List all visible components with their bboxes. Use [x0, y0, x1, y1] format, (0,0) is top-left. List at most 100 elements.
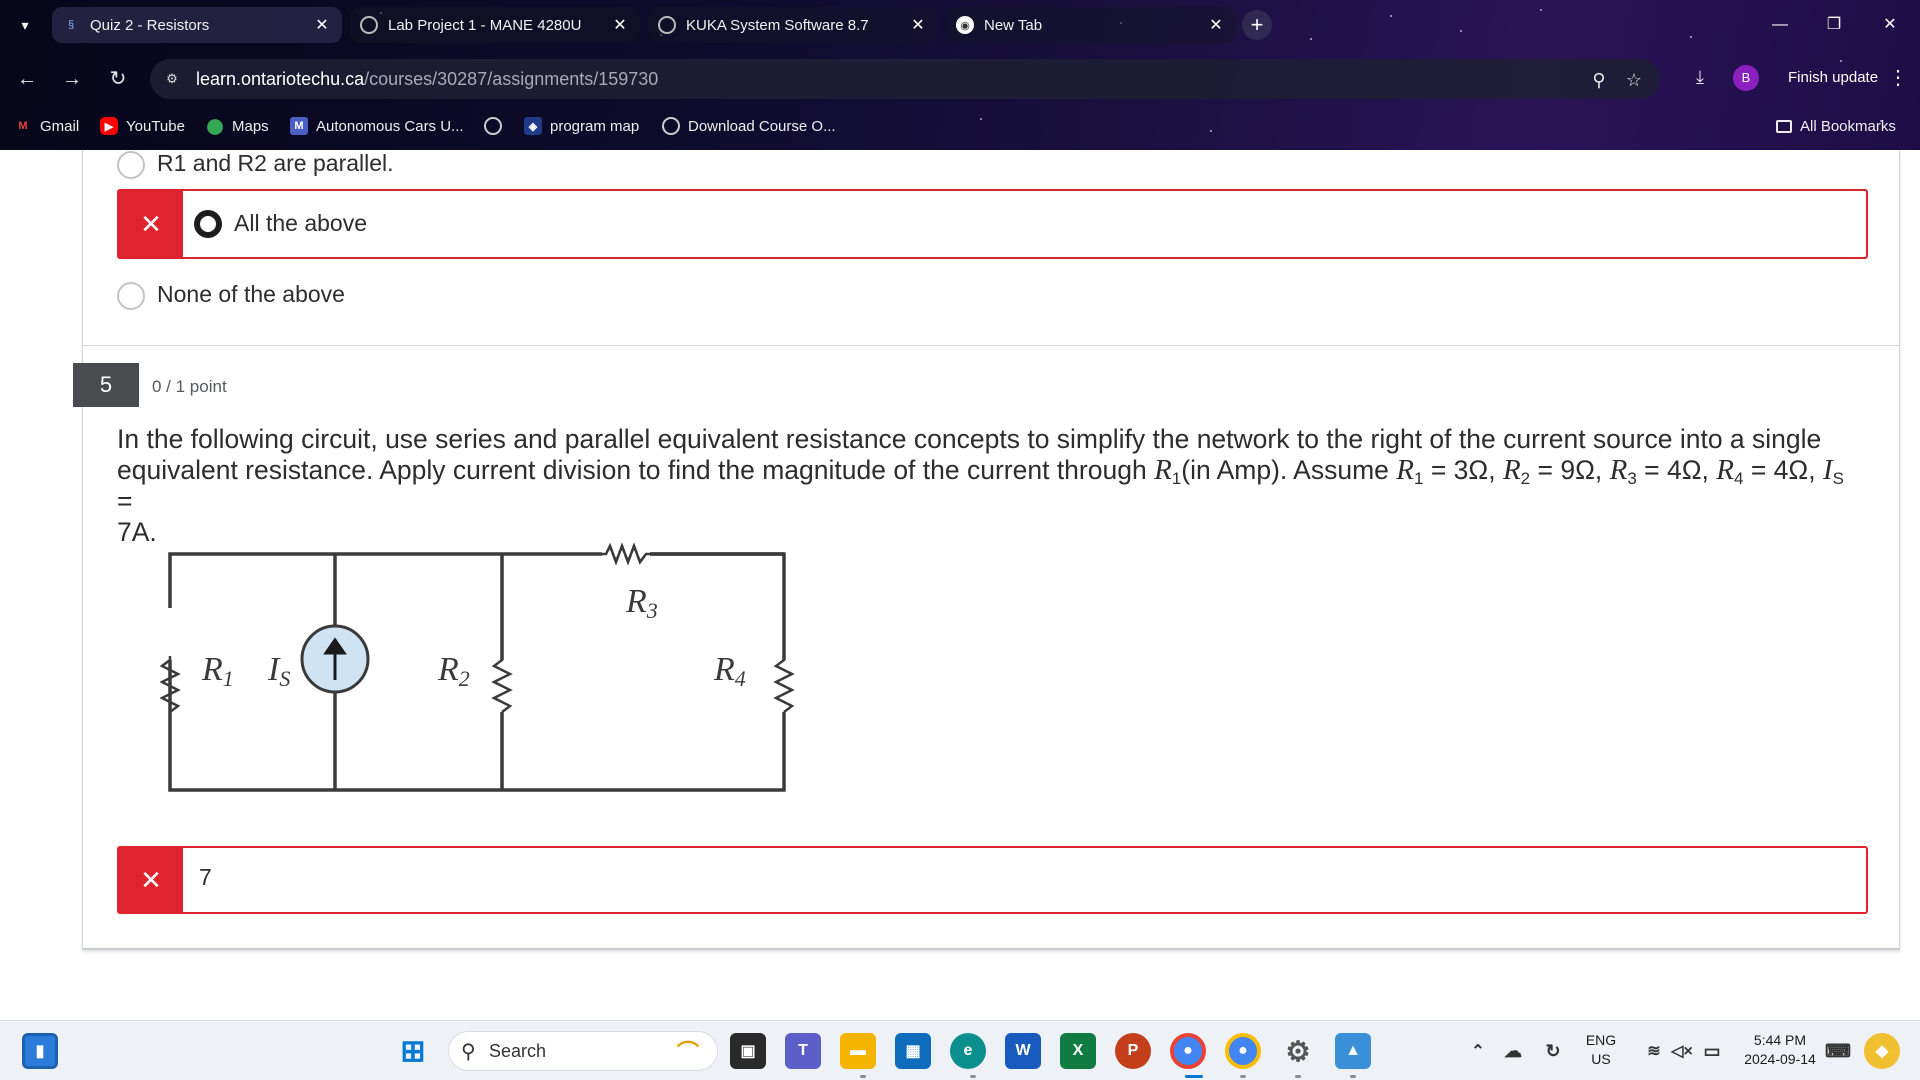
question-number: 5 — [73, 363, 139, 407]
tab-lab-project-1[interactable]: Lab Project 1 - MANE 4280U ✕ — [350, 7, 640, 43]
language-indicator[interactable]: ENG US — [1576, 1031, 1626, 1069]
label-r3: R3 — [625, 583, 658, 623]
question-points: 0 / 1 point — [152, 377, 227, 396]
profile-avatar[interactable]: B — [1733, 65, 1759, 91]
label-r2: R2 — [437, 651, 470, 691]
chevron-down-icon: ▾ — [21, 16, 29, 33]
word-icon[interactable]: W — [1005, 1033, 1041, 1069]
windows-start-icon[interactable]: ⊞ — [395, 1033, 431, 1069]
close-window-icon[interactable]: ✕ — [1870, 10, 1910, 40]
chrome-icon: ◉ — [956, 16, 974, 34]
incorrect-x-icon: ✕ — [119, 848, 183, 912]
tab-kuka-system-software[interactable]: KUKA System Software 8.7 ✕ — [648, 7, 938, 43]
option-label: R1 and R2 are parallel. — [157, 150, 394, 176]
bookmark-program-map[interactable]: ◈ program map — [524, 114, 639, 138]
copilot-icon[interactable]: ◆ — [1864, 1033, 1900, 1069]
battery-icon[interactable]: ▭ — [1694, 1033, 1730, 1069]
running-indicator — [860, 1075, 866, 1078]
folder-icon — [1776, 119, 1792, 133]
bookmark-youtube[interactable]: ▶ YouTube — [100, 114, 185, 138]
tab-strip: ▾ § Quiz 2 - Resistors ✕ Lab Project 1 -… — [0, 0, 1920, 50]
minimize-icon[interactable]: — — [1760, 10, 1800, 40]
option-radio-selected[interactable] — [194, 210, 222, 238]
chrome-icon[interactable]: ● — [1170, 1033, 1206, 1069]
label-is: IS — [267, 651, 290, 691]
incorrect-x-icon: ✕ — [119, 191, 183, 257]
question-text: In the following circuit, use series and… — [117, 424, 1844, 547]
cloud-icon[interactable]: ☁ — [1495, 1033, 1531, 1069]
gmail-icon: M — [18, 120, 28, 132]
tab-title: KUKA System Software 8.7 — [686, 16, 869, 34]
incorrect-answer-box: ✕ All the above — [117, 189, 1868, 259]
reload-icon[interactable]: ↻ — [103, 64, 133, 94]
maps-pin-icon: ⬤ — [206, 118, 224, 135]
sync-icon[interactable]: ↻ — [1535, 1033, 1571, 1069]
file-explorer-icon[interactable]: ▬ — [840, 1033, 876, 1069]
powerpoint-icon[interactable]: P — [1115, 1033, 1151, 1069]
edge-icon[interactable]: e — [950, 1033, 986, 1069]
option-radio[interactable] — [117, 282, 145, 310]
answer-value: 7 — [199, 864, 212, 890]
site-info-icon[interactable]: ⚙ — [162, 69, 182, 89]
m-logo-icon: M — [290, 117, 308, 135]
chevron-up-icon[interactable]: ⌃ — [1460, 1033, 1496, 1069]
globe-icon — [484, 117, 502, 135]
tab-quiz-2-resistors[interactable]: § Quiz 2 - Resistors ✕ — [52, 7, 342, 43]
clock[interactable]: 5:44 PM 2024-09-14 — [1732, 1031, 1828, 1069]
taskbar-search-label: Search — [489, 1041, 547, 1061]
task-view-icon[interactable]: ▣ — [730, 1033, 766, 1069]
address-bar[interactable]: ⚙ learn.ontariotechu.ca/courses/30287/as… — [150, 59, 1660, 99]
bookmark-download-course[interactable]: Download Course O... — [662, 114, 836, 138]
bookmark-autonomous-cars[interactable]: M Autonomous Cars U... — [290, 114, 464, 138]
tab-search-button[interactable]: ▾ — [10, 10, 40, 40]
teams-icon[interactable]: T — [785, 1033, 821, 1069]
youtube-icon: ▶ — [100, 117, 118, 135]
close-icon[interactable]: ✕ — [312, 15, 332, 35]
settings-gear-icon[interactable]: ⚙ — [1280, 1033, 1316, 1069]
globe-icon — [360, 16, 378, 34]
download-icon[interactable]: ⤓ — [1688, 65, 1712, 89]
widgets-icon[interactable]: ▮ — [22, 1033, 58, 1069]
url-text[interactable]: learn.ontariotechu.ca/courses/30287/assi… — [196, 69, 658, 90]
bookmark-globe[interactable] — [484, 114, 510, 138]
all-bookmarks[interactable]: All Bookmarks — [1776, 114, 1896, 138]
tab-new-tab[interactable]: ◉ New Tab ✕ — [946, 7, 1236, 43]
search-highlight-icon: ⌒ — [676, 1040, 699, 1065]
option-radio[interactable] — [117, 151, 145, 179]
restore-icon[interactable]: ❐ — [1814, 10, 1854, 40]
tab-title: Quiz 2 - Resistors — [90, 16, 210, 34]
back-icon[interactable]: ← — [12, 64, 42, 94]
resistor-r4 — [773, 656, 795, 713]
resistor-r2 — [491, 656, 513, 713]
question-divider — [82, 345, 1900, 346]
tab-title: New Tab — [984, 16, 1043, 34]
new-tab-button[interactable]: + — [1242, 10, 1272, 40]
bookmark-star-icon[interactable]: ☆ — [1622, 68, 1646, 92]
close-icon[interactable]: ✕ — [610, 15, 630, 35]
photos-icon[interactable]: ▲ — [1335, 1033, 1371, 1069]
running-indicator — [1240, 1075, 1246, 1078]
forward-icon[interactable]: → — [57, 64, 87, 94]
option-label: None of the above — [157, 281, 345, 307]
browser-toolbar: ← → ↻ ⚙ learn.ontariotechu.ca/courses/30… — [0, 56, 1920, 102]
finish-update-button[interactable]: Finish update — [1774, 61, 1892, 95]
store-icon[interactable]: ▦ — [895, 1033, 931, 1069]
running-indicator — [1295, 1075, 1301, 1078]
circuit-wire-top-left — [168, 552, 786, 792]
bookmark-maps[interactable]: ⬤ Maps — [206, 114, 269, 138]
notification-icon[interactable]: ⌨ — [1820, 1033, 1856, 1069]
more-menu-icon[interactable]: ⋮ — [1888, 65, 1908, 90]
running-indicator — [1350, 1075, 1356, 1078]
option-label: All the above — [234, 210, 367, 236]
excel-icon[interactable]: X — [1060, 1033, 1096, 1069]
answer-box-incorrect: ✕ 7 — [117, 846, 1868, 914]
tab-title: Lab Project 1 - MANE 4280U — [388, 16, 582, 34]
shield-icon: ◈ — [524, 117, 542, 135]
close-icon[interactable]: ✕ — [908, 15, 928, 35]
bookmark-gmail[interactable]: M Gmail — [14, 114, 79, 138]
zoom-icon[interactable]: ⚲ — [1587, 68, 1611, 92]
search-icon: ⚲ — [461, 1041, 476, 1063]
close-icon[interactable]: ✕ — [1206, 15, 1226, 35]
globe-icon — [662, 117, 680, 135]
chrome-profile-icon[interactable]: ● — [1225, 1033, 1261, 1069]
